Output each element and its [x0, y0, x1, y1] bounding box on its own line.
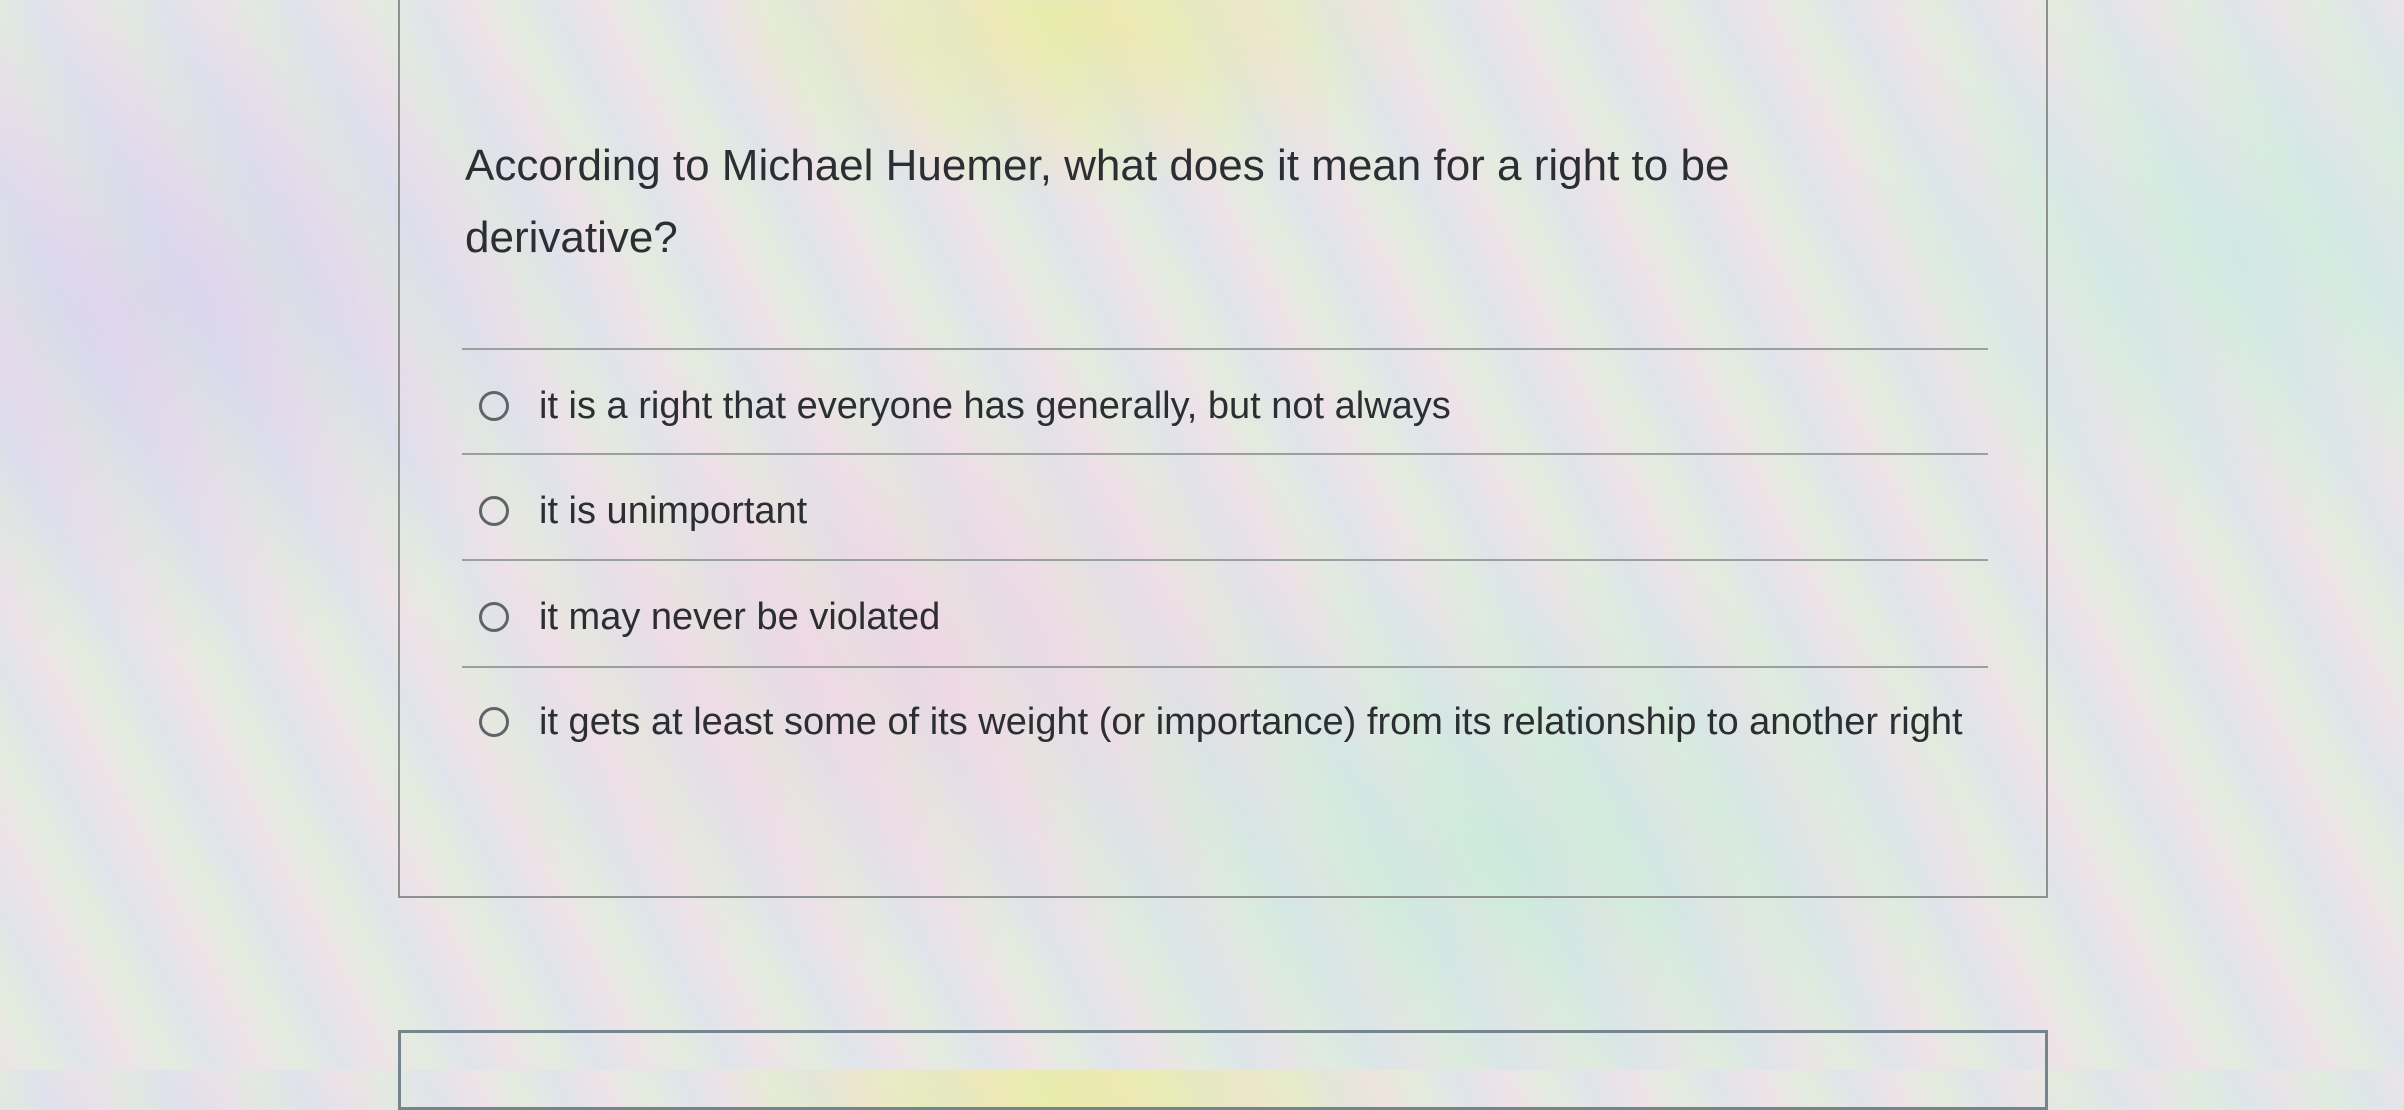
radio-button[interactable]	[479, 602, 509, 632]
next-question-card	[398, 1030, 2048, 1110]
radio-button[interactable]	[479, 391, 509, 421]
divider	[462, 559, 1988, 561]
question-text: According to Michael Huemer, what does i…	[465, 141, 1730, 262]
answer-label[interactable]: it may never be violated	[539, 581, 1979, 653]
radio-button[interactable]	[479, 707, 509, 737]
divider	[462, 348, 1988, 350]
answer-option-3[interactable]: it may never be violated	[472, 581, 1992, 653]
answer-option-2[interactable]: it is unimportant	[472, 475, 1992, 547]
divider	[462, 666, 1988, 668]
answer-label[interactable]: it gets at least some of its weight (or …	[539, 686, 1979, 758]
answer-option-4[interactable]: it gets at least some of its weight (or …	[472, 686, 1992, 830]
answer-label[interactable]: it is unimportant	[539, 475, 1979, 547]
answer-option-1[interactable]: it is a right that everyone has generall…	[472, 370, 1992, 442]
radio-button[interactable]	[479, 496, 509, 526]
divider	[462, 453, 1988, 455]
answer-label[interactable]: it is a right that everyone has generall…	[539, 370, 1979, 442]
